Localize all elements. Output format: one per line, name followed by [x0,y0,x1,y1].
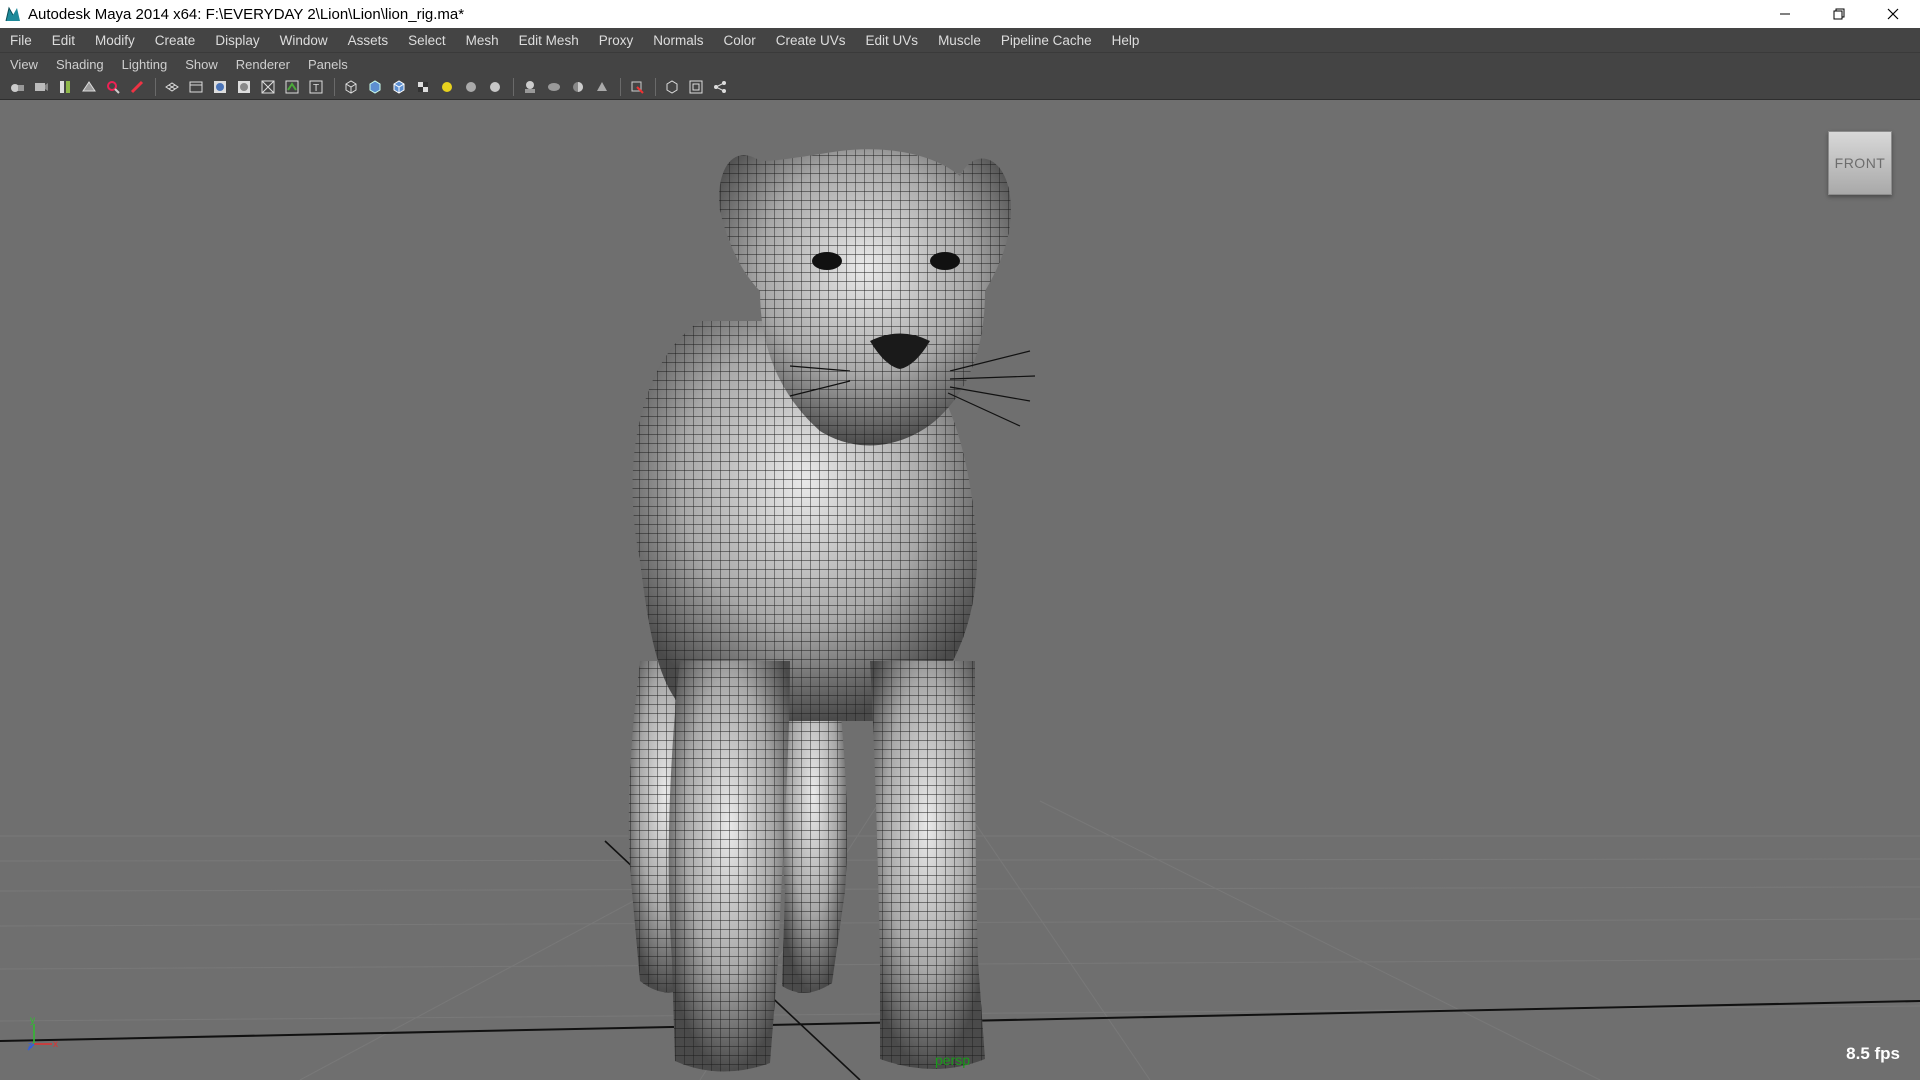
xray-components-icon[interactable] [591,76,613,98]
safe-action-icon[interactable] [281,76,303,98]
menu-mesh[interactable]: Mesh [456,33,509,48]
frame-all-icon[interactable] [685,76,707,98]
axis-gizmo: y z x [22,1015,62,1056]
menu-create-uvs[interactable]: Create UVs [766,33,856,48]
menu-color[interactable]: Color [713,33,765,48]
restore-button[interactable] [1812,0,1866,28]
resolution-gate-icon[interactable] [209,76,231,98]
menu-file[interactable]: File [0,33,42,48]
camera-attributes-icon[interactable] [30,76,52,98]
axis-y-label: y [30,1016,35,1026]
close-button[interactable] [1866,0,1920,28]
use-all-lights-icon[interactable] [436,76,458,98]
grease-pencil-icon[interactable] [126,76,148,98]
menu-edit-uvs[interactable]: Edit UVs [856,33,929,48]
field-chart-icon[interactable] [257,76,279,98]
panel-menu-bar: View Shading Lighting Show Renderer Pane… [0,52,1920,75]
wireframe-icon[interactable] [340,76,362,98]
select-camera-icon[interactable] [6,76,28,98]
maya-app-icon [4,5,22,23]
textured-icon[interactable] [412,76,434,98]
toolbar-separator [334,77,335,96]
lion-model [628,149,1036,1072]
panel-toolbar: T [0,74,1920,100]
menu-window[interactable]: Window [270,33,338,48]
bookmarks-icon[interactable] [54,76,76,98]
panel-menu-view[interactable]: View [0,57,46,72]
title-bar: Autodesk Maya 2014 x64: F:\EVERYDAY 2\Li… [0,0,1920,29]
main-menu-bar: File Edit Modify Create Display Window A… [0,28,1920,52]
screen-space-ao-icon[interactable] [484,76,506,98]
isolate-select-icon[interactable] [519,76,541,98]
view-cube-label: FRONT [1834,155,1886,171]
menu-assets[interactable]: Assets [338,33,399,48]
menu-help[interactable]: Help [1102,33,1150,48]
grid-icon[interactable] [161,76,183,98]
toolbar-separator [155,77,156,96]
menu-create[interactable]: Create [145,33,206,48]
menu-proxy[interactable]: Proxy [589,33,644,48]
image-plane-icon[interactable] [78,76,100,98]
panel-menu-shading[interactable]: Shading [46,57,112,72]
menu-pipeline-cache[interactable]: Pipeline Cache [991,33,1102,48]
perspective-viewport[interactable]: FRONT y z x persp 8.5 fps [0,101,1920,1080]
xray-joints-icon[interactable] [567,76,589,98]
menu-modify[interactable]: Modify [85,33,145,48]
shadows-icon[interactable] [460,76,482,98]
menu-edit-mesh[interactable]: Edit Mesh [509,33,589,48]
wireframe-on-shaded-icon[interactable] [388,76,410,98]
fps-readout: 8.5 fps [1846,1044,1900,1063]
xray-icon[interactable] [543,76,565,98]
smooth-shade-icon[interactable] [364,76,386,98]
panel-menu-panels[interactable]: Panels [298,57,356,72]
menu-muscle[interactable]: Muscle [928,33,991,48]
panel-menu-show[interactable]: Show [175,57,226,72]
axis-x-label: x [53,1039,58,1050]
window-title: Autodesk Maya 2014 x64: F:\EVERYDAY 2\Li… [28,5,465,23]
svg-text:T: T [313,83,319,94]
gate-mask-icon[interactable] [233,76,255,98]
viewport-scene [0,149,1920,1080]
menu-normals[interactable]: Normals [643,33,713,48]
menu-select[interactable]: Select [398,33,456,48]
safe-title-icon[interactable]: T [305,76,327,98]
high-quality-lighting-icon[interactable] [626,76,648,98]
camera-name-label: persp [935,1052,971,1068]
panel-menu-renderer[interactable]: Renderer [226,57,298,72]
toolbar-separator [655,77,656,96]
toolbar-separator [513,77,514,96]
panel-menu-lighting[interactable]: Lighting [112,57,176,72]
view-cube[interactable]: FRONT [1828,131,1892,195]
film-gate-icon[interactable] [185,76,207,98]
hypershade-icon[interactable] [709,76,731,98]
menu-display[interactable]: Display [205,33,269,48]
axis-z-label: z [28,1040,33,1050]
uv-editor-icon[interactable] [661,76,683,98]
minimize-button[interactable] [1758,0,1812,28]
toolbar-separator [620,77,621,96]
two-d-pan-zoom-icon[interactable] [102,76,124,98]
menu-edit[interactable]: Edit [42,33,85,48]
